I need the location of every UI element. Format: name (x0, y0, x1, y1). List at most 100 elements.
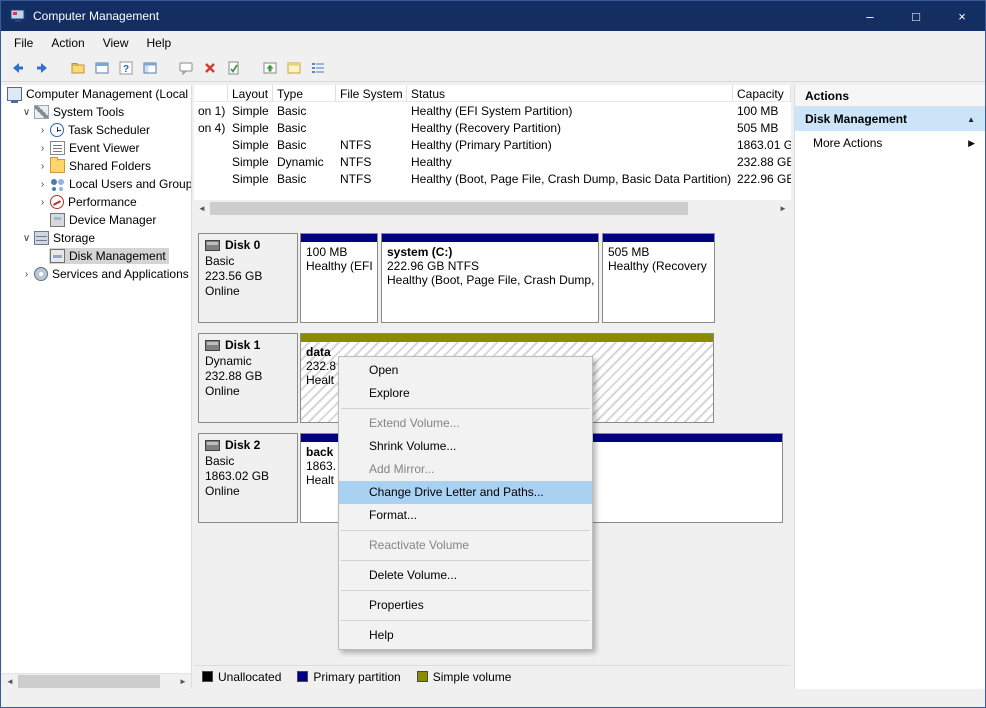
partition-efi[interactable]: 100 MB Healthy (EFI (300, 233, 378, 323)
menu-item-help[interactable]: Help (339, 624, 592, 647)
menu-help[interactable]: Help (138, 33, 181, 53)
actions-pane: Actions Disk Management ▲ More Actions ▶ (794, 85, 986, 689)
console-window-icon[interactable] (92, 58, 112, 78)
cell-file-system: NTFS (336, 136, 407, 153)
tree-item-label: Computer Management (Local (22, 87, 188, 101)
cell-capacity: 505 MB (733, 119, 791, 136)
back-icon[interactable] (8, 58, 28, 78)
disk-1-label[interactable]: Disk 1 Dynamic 232.88 GB Online (198, 333, 298, 423)
tree-horizontal-scrollbar[interactable]: ◄ ► (2, 673, 191, 689)
maximize-button[interactable]: □ (893, 1, 939, 31)
expand-icon[interactable]: ∨ (20, 107, 33, 118)
volume-row[interactable]: Simple Basic NTFS Healthy (Boot, Page Fi… (194, 170, 791, 187)
more-actions-item[interactable]: More Actions ▶ (795, 131, 985, 155)
tree-item-storage[interactable]: ∨ Storage (2, 229, 191, 247)
menu-item-explore[interactable]: Explore (339, 382, 592, 405)
expand-icon[interactable]: › (20, 269, 33, 280)
partition-system-c[interactable]: system (C:) 222.96 GB NTFS Healthy (Boot… (381, 233, 599, 323)
more-actions-arrow-icon: ▶ (968, 138, 975, 149)
column-header-status[interactable]: Status (407, 85, 733, 102)
menu-item-change-drive-letter-and-paths[interactable]: Change Drive Letter and Paths... (339, 481, 592, 504)
help-icon[interactable]: ? (116, 58, 136, 78)
menu-file[interactable]: File (5, 33, 42, 53)
menu-view[interactable]: View (94, 33, 138, 53)
tree-item-label: Disk Management (65, 249, 166, 263)
minimize-button[interactable]: – (847, 1, 893, 31)
partition-stripe (301, 334, 713, 342)
volume-list-horizontal-scrollbar[interactable]: ◄ ► (194, 200, 791, 217)
menu-item-properties[interactable]: Properties (339, 594, 592, 617)
column-header-capacity[interactable]: Capacity (733, 85, 791, 102)
expand-icon[interactable]: › (36, 161, 49, 172)
cell-status: Healthy (EFI System Partition) (407, 102, 733, 119)
actions-group-disk-management[interactable]: Disk Management ▲ (795, 107, 985, 131)
event-viewer-icon (50, 141, 65, 155)
toolbar: ? (1, 54, 985, 82)
expand-icon[interactable]: ∨ (20, 233, 33, 244)
tree-item-services-and-applications[interactable]: › Services and Applications (2, 265, 191, 283)
details-icon[interactable] (308, 58, 328, 78)
scrollbar-thumb[interactable] (210, 202, 688, 215)
menu-item-format[interactable]: Format... (339, 504, 592, 527)
tree-item-disk-management[interactable]: Disk Management (2, 247, 191, 265)
volume-row[interactable]: Simple Dynamic NTFS Healthy 232.88 GB (194, 153, 791, 170)
disk-2-label[interactable]: Disk 2 Basic 1863.02 GB Online (198, 433, 298, 523)
tree-item-event-viewer[interactable]: › Event Viewer (2, 139, 191, 157)
scrollbar-thumb[interactable] (18, 675, 160, 688)
volume-row[interactable]: Simple Basic NTFS Healthy (Primary Parti… (194, 136, 791, 153)
cell-capacity: 100 MB (733, 102, 791, 119)
validate-icon[interactable] (224, 58, 244, 78)
disk-0-label[interactable]: Disk 0 Basic 223.56 GB Online (198, 233, 298, 323)
forward-icon[interactable] (32, 58, 52, 78)
tree-item-task-scheduler[interactable]: › Task Scheduler (2, 121, 191, 139)
console-tree-icon[interactable] (140, 58, 160, 78)
tree-item-computer-management[interactable]: Computer Management (Local (2, 85, 191, 103)
disk-name: Disk 2 (225, 438, 260, 453)
tree-item-system-tools[interactable]: ∨ System Tools (2, 103, 191, 121)
callout-icon[interactable] (176, 58, 196, 78)
new-window-icon[interactable] (284, 58, 304, 78)
legend-label: Unallocated (218, 670, 281, 684)
tree-item-local-users-and-groups[interactable]: › Local Users and Groups (2, 175, 191, 193)
scroll-right-icon[interactable]: ► (175, 674, 191, 689)
column-header-volume[interactable] (194, 85, 228, 102)
cell-volume: on 1) (194, 102, 228, 119)
legend-primary-partition: Primary partition (297, 670, 400, 684)
menu-item-open[interactable]: Open (339, 359, 592, 382)
delete-icon[interactable] (200, 58, 220, 78)
partition-recovery[interactable]: 505 MB Healthy (Recovery (602, 233, 715, 323)
menu-item-delete-volume[interactable]: Delete Volume... (339, 564, 592, 587)
menu-separator (341, 590, 590, 591)
volume-row[interactable]: on 4) Simple Basic Healthy (Recovery Par… (194, 119, 791, 136)
scroll-left-icon[interactable]: ◄ (2, 674, 18, 689)
menu-item-add-mirror: Add Mirror... (339, 458, 592, 481)
close-button[interactable]: × (939, 1, 985, 31)
menu-separator (341, 620, 590, 621)
scroll-right-icon[interactable]: ► (775, 200, 791, 217)
menu-item-extend-volume: Extend Volume... (339, 412, 592, 435)
window-bottom-strip (1, 689, 985, 707)
export-list-icon[interactable] (68, 58, 88, 78)
expand-icon[interactable]: › (36, 197, 49, 208)
collapse-caret-icon[interactable]: ▲ (967, 115, 975, 124)
column-header-layout[interactable]: Layout (228, 85, 273, 102)
tree-item-performance[interactable]: › Performance (2, 193, 191, 211)
cell-type: Basic (273, 136, 336, 153)
computer-management-window: Computer Management – □ × File Action Vi… (0, 0, 986, 708)
column-header-file-system[interactable]: File System (336, 85, 407, 102)
column-header-type[interactable]: Type (273, 85, 336, 102)
scroll-left-icon[interactable]: ◄ (194, 200, 210, 217)
tree-item-device-manager[interactable]: Device Manager (2, 211, 191, 229)
expand-icon[interactable]: › (36, 143, 49, 154)
disk-management-icon (50, 249, 65, 263)
expand-icon[interactable]: › (36, 179, 49, 190)
cell-file-system (336, 102, 407, 119)
up-arrow-icon[interactable] (260, 58, 280, 78)
system-tools-icon (34, 105, 49, 119)
menu-item-shrink-volume[interactable]: Shrink Volume... (339, 435, 592, 458)
expand-icon[interactable]: › (36, 125, 49, 136)
tree-item-shared-folders[interactable]: › Shared Folders (2, 157, 191, 175)
cell-file-system (336, 119, 407, 136)
volume-row[interactable]: on 1) Simple Basic Healthy (EFI System P… (194, 102, 791, 119)
menu-action[interactable]: Action (42, 33, 93, 53)
